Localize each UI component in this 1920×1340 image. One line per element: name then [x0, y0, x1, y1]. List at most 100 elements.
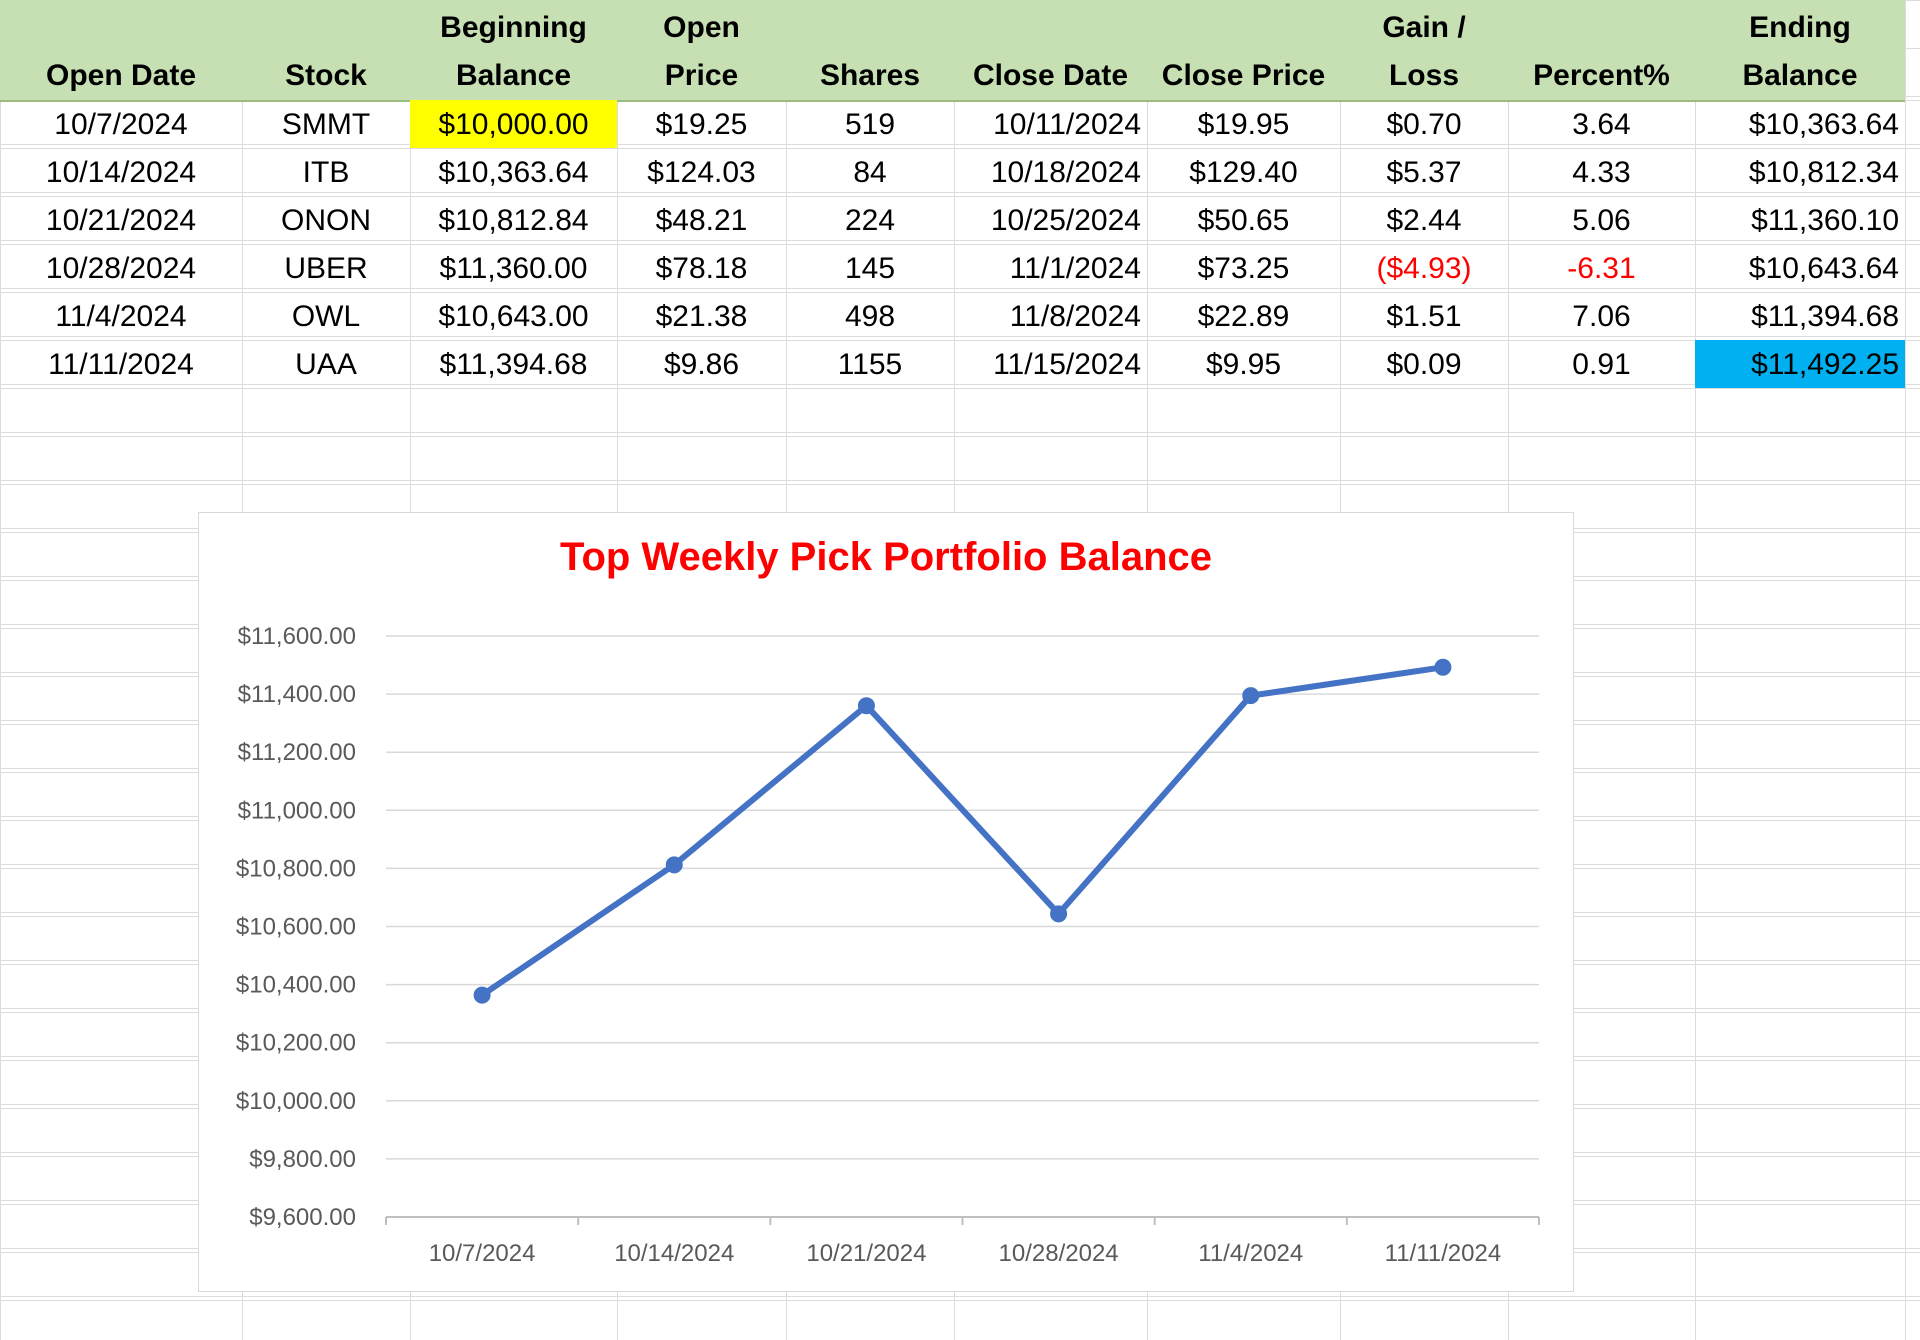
cell-close-price[interactable]: $50.65	[1147, 196, 1340, 244]
cell-close-date[interactable]: 10/25/2024	[954, 196, 1147, 244]
header-cell-open-price[interactable]: Open Price	[617, 0, 786, 100]
table-header-row: Open Date Stock Beginning Balance Open Price…	[0, 0, 1905, 102]
cell-gain-loss[interactable]: $2.44	[1340, 196, 1508, 244]
cell-ending-balance[interactable]: $10,643.64	[1695, 244, 1905, 292]
cell-close-price[interactable]: $73.25	[1147, 244, 1340, 292]
header-line2: Balance	[1742, 59, 1858, 92]
cell-gain-loss[interactable]: ($4.93)	[1340, 244, 1508, 292]
header-cell-stock[interactable]: Stock	[242, 0, 410, 100]
cell-close-price[interactable]: $22.89	[1147, 292, 1340, 340]
cell-open-price[interactable]: $9.86	[617, 340, 786, 388]
cell-gain-loss[interactable]: $5.37	[1340, 148, 1508, 196]
cell-stock[interactable]: SMMT	[242, 100, 410, 148]
header-cell-close-price[interactable]: Close Price	[1147, 0, 1340, 100]
data-point-marker[interactable]	[1050, 905, 1068, 923]
cell-beginning-balance[interactable]: $10,000.00	[410, 100, 617, 148]
header-line1: Beginning	[440, 11, 587, 44]
cell-stock[interactable]: OWL	[242, 292, 410, 340]
cell-open-price[interactable]: $21.38	[617, 292, 786, 340]
table-row: 10/14/2024 ITB $10,363.64 $124.03 84 10/18/20…	[0, 148, 1905, 196]
header-cell-ending-balance[interactable]: Ending Balance	[1695, 0, 1905, 100]
cell-shares[interactable]: 498	[786, 292, 954, 340]
cell-open-date[interactable]: 11/4/2024	[0, 292, 242, 340]
header-cell-percent[interactable]: Percent%	[1508, 0, 1695, 100]
cell-open-price[interactable]: $48.21	[617, 196, 786, 244]
cell-close-date[interactable]: 11/1/2024	[954, 244, 1147, 292]
cell-shares[interactable]: 84	[786, 148, 954, 196]
data-point-marker[interactable]	[857, 697, 875, 715]
cell-stock[interactable]: UAA	[242, 340, 410, 388]
header-line2: Price	[664, 59, 739, 92]
cell-open-date[interactable]: 10/21/2024	[0, 196, 242, 244]
cell-ending-balance[interactable]: $10,812.34	[1695, 148, 1905, 196]
cell-beginning-balance[interactable]: $11,394.68	[410, 340, 617, 388]
cell-shares[interactable]: 145	[786, 244, 954, 292]
cell-close-date[interactable]: 11/8/2024	[954, 292, 1147, 340]
data-point-marker[interactable]	[1242, 687, 1260, 705]
row-gridline	[0, 1300, 1920, 1301]
series-line[interactable]	[479, 664, 1446, 999]
cell-percent[interactable]: 0.91	[1508, 340, 1695, 388]
cell-open-price[interactable]: $124.03	[617, 148, 786, 196]
cell-close-price[interactable]: $9.95	[1147, 340, 1340, 388]
x-tick-label: 10/7/2024	[429, 1240, 536, 1267]
cell-gain-loss[interactable]: $1.51	[1340, 292, 1508, 340]
header-line2: Close Price	[1161, 59, 1326, 92]
cell-beginning-balance[interactable]: $11,360.00	[410, 244, 617, 292]
cell-percent[interactable]: 7.06	[1508, 292, 1695, 340]
cell-percent[interactable]: 5.06	[1508, 196, 1695, 244]
header-line1	[322, 4, 330, 52]
cell-open-price[interactable]: $19.25	[617, 100, 786, 148]
cell-beginning-balance[interactable]: $10,643.00	[410, 292, 617, 340]
y-tick-label: $10,200.00	[236, 1030, 356, 1057]
cell-open-price[interactable]: $78.18	[617, 244, 786, 292]
cell-close-date[interactable]: 10/18/2024	[954, 148, 1147, 196]
cell-gain-loss[interactable]: $0.70	[1340, 100, 1508, 148]
cell-percent[interactable]: -6.31	[1508, 244, 1695, 292]
header-line1: Open	[663, 11, 740, 44]
header-cell-gain-loss[interactable]: Gain / Loss	[1340, 0, 1508, 100]
cell-open-date[interactable]: 11/11/2024	[0, 340, 242, 388]
table-row: 11/4/2024 OWL $10,643.00 $21.38 498 11/8/2024…	[0, 292, 1905, 340]
header-line2: Stock	[285, 59, 367, 92]
portfolio-balance-chart[interactable]: Top Weekly Pick Portfolio Balance $11,60…	[198, 512, 1574, 1292]
header-line2: Percent%	[1533, 59, 1670, 92]
data-point-marker[interactable]	[1434, 658, 1452, 676]
cell-shares[interactable]: 519	[786, 100, 954, 148]
cell-shares[interactable]: 1155	[786, 340, 954, 388]
cell-close-price[interactable]: $19.95	[1147, 100, 1340, 148]
cell-close-price[interactable]: $129.40	[1147, 148, 1340, 196]
cell-percent[interactable]: 3.64	[1508, 100, 1695, 148]
cell-ending-balance[interactable]: $10,363.64	[1695, 100, 1905, 148]
cell-open-date[interactable]: 10/28/2024	[0, 244, 242, 292]
cell-ending-balance[interactable]: $11,394.68	[1695, 292, 1905, 340]
header-line1: Gain /	[1382, 11, 1466, 44]
cell-shares[interactable]: 224	[786, 196, 954, 244]
cell-gain-loss[interactable]: $0.09	[1340, 340, 1508, 388]
header-cell-shares[interactable]: Shares	[786, 0, 954, 100]
cell-open-date[interactable]: 10/7/2024	[0, 100, 242, 148]
header-cell-beginning-balance[interactable]: Beginning Balance	[410, 0, 617, 100]
cell-beginning-balance[interactable]: $10,812.84	[410, 196, 617, 244]
cell-close-date[interactable]: 10/11/2024	[954, 100, 1147, 148]
x-tick-label: 10/28/2024	[999, 1240, 1119, 1267]
cell-stock[interactable]: ONON	[242, 196, 410, 244]
cell-ending-balance[interactable]: $11,492.25	[1695, 340, 1905, 388]
spreadsheet[interactable]: Open Date Stock Beginning Balance Open Price…	[0, 0, 1920, 1340]
header-line2: Shares	[819, 59, 921, 92]
header-cell-open-date[interactable]: Open Date	[0, 0, 242, 100]
cell-ending-balance[interactable]: $11,360.10	[1695, 196, 1905, 244]
cell-close-date[interactable]: 11/15/2024	[954, 340, 1147, 388]
cell-stock[interactable]: UBER	[242, 244, 410, 292]
cell-beginning-balance[interactable]: $10,363.64	[410, 148, 617, 196]
data-point-marker[interactable]	[665, 856, 683, 874]
row-gridline	[0, 484, 1920, 485]
cell-percent[interactable]: 4.33	[1508, 148, 1695, 196]
header-line1	[866, 4, 874, 52]
row-gridline	[0, 388, 1920, 389]
cell-open-date[interactable]: 10/14/2024	[0, 148, 242, 196]
header-line1	[1239, 4, 1247, 52]
header-cell-close-date[interactable]: Close Date	[954, 0, 1147, 100]
data-point-marker[interactable]	[473, 986, 491, 1004]
cell-stock[interactable]: ITB	[242, 148, 410, 196]
